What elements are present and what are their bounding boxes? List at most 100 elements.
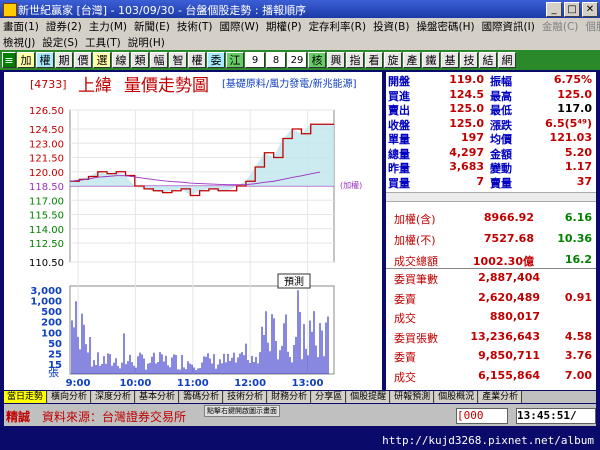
menu-item-0[interactable]: 畫面(1) bbox=[0, 18, 43, 34]
time-tick-label: 13:00 bbox=[292, 378, 324, 389]
toolbar-button-14[interactable]: 29 bbox=[287, 52, 307, 68]
menu-item-9[interactable]: 操盤密碼(H) bbox=[413, 18, 478, 34]
toolbar-button-19[interactable]: 旋 bbox=[384, 52, 402, 68]
volume-tick-label: 1,000 bbox=[30, 297, 62, 308]
toolbar-button-6[interactable]: 類 bbox=[131, 52, 149, 68]
tab-4[interactable]: 籌碼分析 bbox=[180, 391, 224, 403]
tab-11[interactable]: 產業分析 bbox=[479, 391, 523, 403]
quick-toolbar: ≡ 加權期價選線類幅智權委江 9 8 29 核興指看旋產鐵基技結網 bbox=[0, 50, 600, 70]
order-value: 9,850,711 bbox=[478, 349, 540, 362]
menu-item-12[interactable]: 個股(G) bbox=[582, 18, 600, 34]
index-change: 10.36 bbox=[557, 232, 592, 245]
order-label: 委賣 bbox=[394, 351, 416, 364]
window-title: 新世紀贏家 [台灣] - 103/09/30 - 台盤個股走勢 : 播報順序 bbox=[18, 4, 307, 17]
index-change: 16.2 bbox=[564, 253, 592, 266]
tab-6[interactable]: 財務分析 bbox=[268, 391, 312, 403]
toolbar-button-22[interactable]: 基 bbox=[441, 52, 459, 68]
quote-row: 總量 4,297 金額 5.20 bbox=[386, 146, 596, 161]
toolbar-button-23[interactable]: 技 bbox=[460, 52, 478, 68]
code-input[interactable]: [000 bbox=[456, 408, 508, 424]
menu-item-10[interactable]: 國際資訊(I) bbox=[479, 18, 539, 34]
order-ratio: 7.00 bbox=[564, 368, 592, 382]
quote-value: 37 bbox=[576, 174, 592, 188]
toolbar-button-9[interactable]: 權 bbox=[188, 52, 206, 68]
tab-2[interactable]: 深度分析 bbox=[92, 391, 136, 403]
price-tick-label: 123.00 bbox=[29, 139, 64, 150]
menu-item-6[interactable]: 期權(P) bbox=[263, 18, 306, 34]
quote-value: 117.0 bbox=[557, 102, 592, 115]
toolbar-button-24[interactable]: 結 bbox=[479, 52, 497, 68]
tab-0[interactable]: 當日走勢 bbox=[4, 391, 48, 403]
quote-value: 6.75% bbox=[553, 73, 592, 86]
toolbar-button-15[interactable]: 核 bbox=[308, 52, 326, 68]
menu2-item-3[interactable]: 說明(H) bbox=[125, 34, 169, 50]
menu-item-11[interactable]: 金融(C) bbox=[539, 18, 583, 34]
maximize-button[interactable]: □ bbox=[564, 2, 580, 17]
tab-1[interactable]: 橫向分析 bbox=[48, 391, 92, 403]
menu-item-4[interactable]: 技術(T) bbox=[174, 18, 217, 34]
toolbar-button-18[interactable]: 看 bbox=[365, 52, 383, 68]
toolbar-button-5[interactable]: 線 bbox=[112, 52, 130, 68]
order-value: 2,887,404 bbox=[478, 271, 540, 284]
tab-9[interactable]: 研報預測 bbox=[391, 391, 435, 403]
tab-5[interactable]: 技術分析 bbox=[224, 391, 268, 403]
quote-row: 買量 7 賣量 37 bbox=[386, 174, 596, 190]
toolbar-button-25[interactable]: 網 bbox=[498, 52, 516, 68]
secondary-menu-bar: 檢視(J) 設定(S) 工具(T) 說明(H) bbox=[0, 34, 600, 50]
toolbar-button-21[interactable]: 鐵 bbox=[422, 52, 440, 68]
tab-3[interactable]: 基本分析 bbox=[136, 391, 180, 403]
menu-item-3[interactable]: 新聞(E) bbox=[131, 18, 174, 34]
toolbar-button-13[interactable]: 8 bbox=[266, 52, 286, 68]
price-tick-label: 114.00 bbox=[29, 225, 64, 236]
price-chart-panel: [4733] 上緯 量價走勢圖 [基礎原料/風力發電/新兆能源] 126.50 1… bbox=[4, 72, 382, 390]
toolbar-button-2[interactable]: 期 bbox=[55, 52, 73, 68]
close-button[interactable]: ✕ bbox=[582, 2, 598, 17]
quote-value: 124.5 bbox=[449, 87, 484, 101]
menu-item-5[interactable]: 國際(W) bbox=[216, 18, 263, 34]
toolbar-button-7[interactable]: 幅 bbox=[150, 52, 168, 68]
order-label: 成交 bbox=[394, 312, 416, 325]
menu2-item-1[interactable]: 設定(S) bbox=[39, 34, 82, 50]
quote-value: 3,683 bbox=[449, 160, 484, 173]
quote-row: 賣出 125.0 最低 117.0 bbox=[386, 102, 596, 117]
menu-item-7[interactable]: 定存利率(R) bbox=[306, 18, 371, 34]
toolbar-button-3[interactable]: 價 bbox=[74, 52, 92, 68]
menu-item-2[interactable]: 主力(M) bbox=[86, 18, 131, 34]
order-label: 委買張數 bbox=[394, 331, 438, 345]
toolbar-button-16[interactable]: 興 bbox=[327, 52, 345, 68]
toolbar-button-0[interactable]: 加 bbox=[17, 52, 35, 68]
toolbar-button-12[interactable]: 9 bbox=[245, 52, 265, 68]
toolbar-button-1[interactable]: 權 bbox=[36, 52, 54, 68]
menu2-item-0[interactable]: 檢視(J) bbox=[0, 34, 39, 50]
tab-7[interactable]: 分享區 bbox=[312, 391, 347, 403]
price-tick-label: 126.50 bbox=[29, 106, 64, 117]
toolbar-button-11[interactable]: 江 bbox=[226, 52, 244, 68]
toolbar-button-4[interactable]: 選 bbox=[93, 52, 111, 68]
footer-url: http://kujd3268.pixnet.net/album bbox=[382, 434, 594, 447]
minimize-button[interactable]: _ bbox=[546, 2, 562, 17]
volume-tick-label: 100 bbox=[41, 328, 62, 339]
order-label: 委賣 bbox=[394, 292, 416, 306]
menu-item-8[interactable]: 投資(B) bbox=[370, 18, 413, 34]
tab-10[interactable]: 個股概況 bbox=[435, 391, 479, 403]
volume-unit-label: 張 bbox=[48, 366, 59, 379]
menu2-item-2[interactable]: 工具(T) bbox=[82, 34, 125, 50]
divider bbox=[386, 268, 596, 269]
stock-name: 上緯 bbox=[78, 76, 112, 96]
quote-row: 收盤 125.0 漲跌 6.5(5⁴⁹) bbox=[386, 117, 596, 132]
quote-value: 1.17 bbox=[564, 160, 592, 173]
menu-item-1[interactable]: 證券(2) bbox=[43, 18, 86, 34]
toolbar-button-20[interactable]: 產 bbox=[403, 52, 421, 68]
toolbar-button-17[interactable]: 指 bbox=[346, 52, 364, 68]
order-ratio: 4.58 bbox=[564, 329, 592, 343]
tab-8[interactable]: 個股提醒 bbox=[347, 391, 391, 403]
reference-label: (加權) bbox=[340, 180, 362, 190]
chart-title: 量價走勢圖 bbox=[124, 76, 209, 96]
toolbar-button-10[interactable]: 委 bbox=[207, 52, 225, 68]
quote-row: 開盤 119.0 振幅 6.75% bbox=[386, 73, 596, 88]
price-tick-label: 121.50 bbox=[29, 154, 64, 165]
toolbar-button-8[interactable]: 智 bbox=[169, 52, 187, 68]
quote-value: 197 bbox=[461, 131, 484, 144]
price-tick-label: 118.50 bbox=[29, 182, 64, 193]
volume-tick-label: 3,000 bbox=[30, 286, 62, 297]
